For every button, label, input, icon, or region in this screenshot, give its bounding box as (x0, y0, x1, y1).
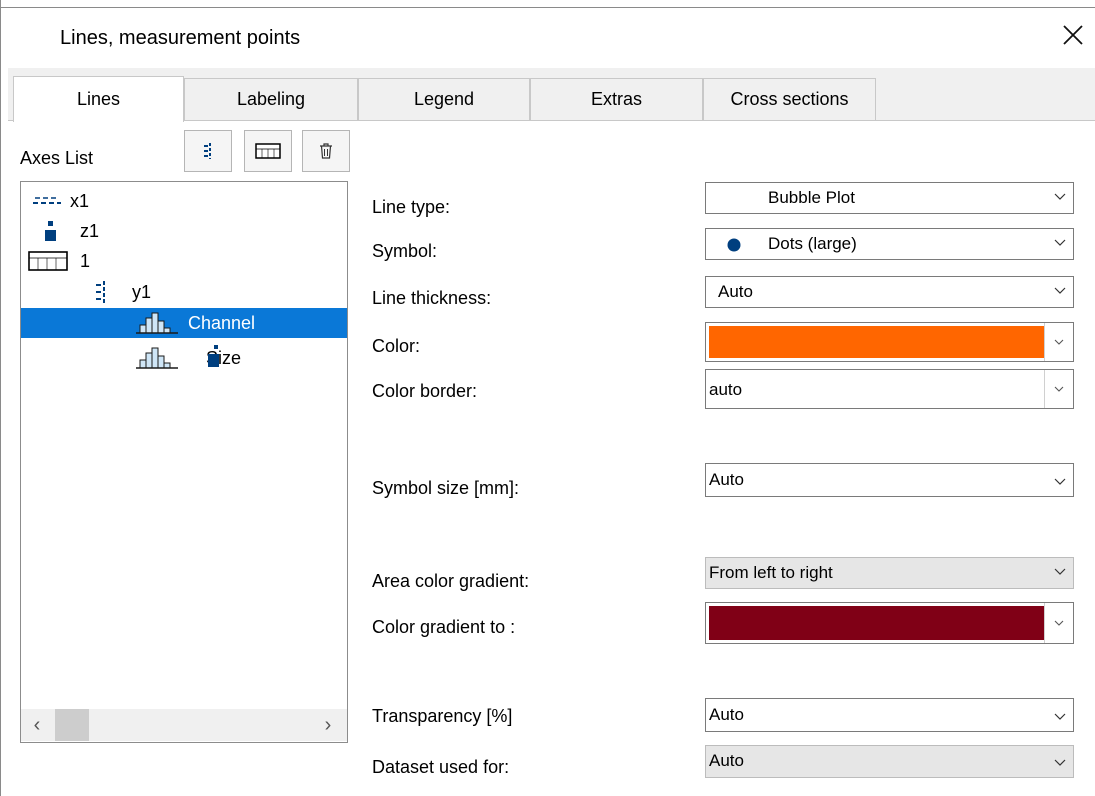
tree-item-channel[interactable]: Channel (136, 309, 255, 337)
chevron-down-icon (1054, 620, 1064, 626)
color-border-label: Color border: (372, 381, 478, 401)
gradient-to-color-picker[interactable] (705, 602, 1074, 644)
symbol-dropdown[interactable]: Dots (large) (705, 228, 1074, 260)
tab-lines[interactable]: Lines (13, 76, 184, 122)
tab-label: Extras (590, 89, 642, 109)
symbol-size-label: Symbol size [mm]: (372, 478, 520, 498)
tab-label: Labeling (236, 89, 306, 109)
y-axis-icon (204, 143, 211, 159)
tab-cross-sections[interactable]: Cross sections (703, 78, 876, 120)
z-axis-icon (45, 221, 56, 241)
tree-item-size[interactable]: Size (136, 344, 241, 372)
tab-label: Legend (413, 89, 475, 109)
dataset-used-for-value: Auto (709, 751, 744, 770)
close-icon (1063, 25, 1083, 45)
dataset-used-for-label: Dataset used for: (372, 757, 510, 777)
line-thickness-label: Line thickness: (372, 288, 492, 308)
dot-symbol-icon (727, 238, 741, 252)
tree-item-label: 1 (80, 250, 91, 271)
line-type-dropdown[interactable]: Bubble Plot (705, 182, 1074, 214)
line-thickness-value: Auto (718, 282, 753, 301)
trash-icon (320, 143, 332, 159)
grid-icon (255, 143, 281, 159)
symbol-label: Symbol: (372, 241, 438, 261)
symbol-size-dropdown[interactable]: Auto (705, 463, 1074, 497)
transparency-label: Transparency [%] (372, 706, 513, 726)
line-thickness-dropdown[interactable]: Auto (705, 276, 1074, 308)
window-border (0, 0, 1, 796)
grid-icon (28, 251, 68, 271)
gradient-to-picker-button[interactable] (1044, 603, 1073, 643)
chevron-down-icon (1054, 568, 1066, 575)
tab-labeling[interactable]: Labeling (184, 78, 358, 120)
y-axis-icon (96, 281, 105, 303)
x-axis-icon (33, 197, 61, 204)
chevron-down-icon (1054, 287, 1066, 294)
chevron-down-icon (1054, 193, 1066, 200)
color-swatch (709, 326, 1044, 358)
window-top-border (0, 7, 1095, 8)
tab-label: Lines (76, 89, 121, 109)
symbol-size-value: Auto (709, 470, 744, 489)
transparency-dropdown[interactable]: Auto (705, 698, 1074, 732)
area-gradient-value: From left to right (709, 563, 833, 582)
color-picker[interactable] (705, 322, 1074, 362)
tree-item-grid-1[interactable]: 1 (28, 247, 90, 275)
tree-item-x1[interactable]: x1 (32, 187, 89, 215)
line-type-value: Bubble Plot (768, 188, 855, 207)
symbol-value: Dots (large) (768, 234, 857, 253)
tree-item-label: x1 (70, 190, 90, 211)
dataset-used-for-dropdown[interactable]: Auto (705, 745, 1074, 778)
tree-item-z1[interactable]: z1 (44, 217, 99, 245)
tab-extras[interactable]: Extras (530, 78, 703, 120)
area-gradient-dropdown[interactable]: From left to right (705, 557, 1074, 589)
transparency-value: Auto (709, 705, 744, 724)
chevron-down-icon (1054, 759, 1066, 766)
color-border-value: auto (709, 380, 743, 399)
chevron-down-icon (1054, 478, 1066, 485)
chevron-down-icon (1054, 386, 1064, 392)
close-button[interactable] (1058, 20, 1088, 50)
axes-list-label: Axes List (20, 148, 94, 168)
size-axis-icon (208, 345, 219, 367)
scroll-right-button[interactable]: › (313, 711, 343, 739)
add-grid-button[interactable] (244, 130, 292, 172)
tab-legend[interactable]: Legend (358, 78, 530, 120)
color-label: Color: (372, 336, 421, 356)
tree-item-y1[interactable]: y1 (94, 278, 151, 306)
add-y-axis-button[interactable] (184, 130, 232, 172)
color-border-combo[interactable]: auto (705, 369, 1074, 409)
gradient-to-label: Color gradient to : (372, 617, 516, 637)
dialog-title: Lines, measurement points (60, 27, 301, 49)
delete-button[interactable] (302, 130, 350, 172)
area-gradient-label: Area color gradient: (372, 571, 530, 591)
scrollbar-thumb[interactable] (55, 709, 89, 741)
chevron-down-icon (1054, 239, 1066, 246)
scroll-left-button[interactable]: ‹ (22, 711, 52, 739)
gradient-to-swatch (709, 606, 1044, 640)
chevron-down-icon (1054, 713, 1066, 720)
color-picker-button[interactable] (1044, 323, 1073, 361)
color-border-dropdown-button[interactable] (1044, 370, 1073, 408)
tab-label: Cross sections (730, 89, 849, 109)
chevron-down-icon (1054, 339, 1064, 345)
tree-item-label: z1 (80, 220, 100, 241)
histogram-icon (136, 312, 178, 334)
histogram-icon (136, 347, 178, 369)
tree-item-label: Channel (188, 312, 256, 333)
tree-item-label: y1 (132, 281, 152, 302)
line-type-label: Line type: (372, 197, 451, 217)
